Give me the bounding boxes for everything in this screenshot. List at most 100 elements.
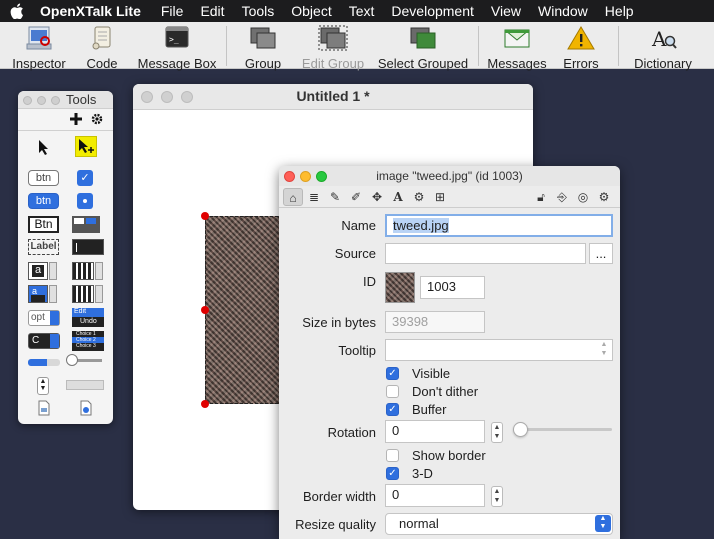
tool-pulldown-menu[interactable]: Edit Undo	[72, 308, 104, 327]
resize-quality-select[interactable]: normal	[385, 513, 613, 535]
resize-handle[interactable]	[201, 212, 209, 220]
tool-field-disabled[interactable]	[66, 380, 104, 390]
custom-props-icon[interactable]: ⎆	[552, 188, 572, 206]
show-border-checkbox[interactable]	[386, 449, 399, 462]
source-field[interactable]	[385, 243, 586, 264]
resize-handle[interactable]	[201, 306, 209, 314]
inspector-title: image "tweed.jpg" (id 1003)	[376, 169, 523, 183]
tool-popup-choices[interactable]: Choice 1 Choice 2 Choice 3	[72, 331, 104, 351]
rotation-stepper[interactable]: ▲ ▼	[491, 422, 503, 443]
tool-button-default[interactable]: btn	[28, 193, 59, 209]
tab-advanced[interactable]: ⚙	[409, 188, 429, 206]
warning-icon	[567, 26, 595, 50]
stack-titlebar[interactable]: Untitled 1 *	[133, 84, 533, 110]
id-field[interactable]: 1003	[420, 276, 485, 299]
group-button[interactable]: Group	[243, 25, 283, 71]
plus-icon[interactable]	[70, 113, 82, 125]
message-box-button[interactable]: >_ Message Box	[136, 25, 218, 71]
tab-basic-properties[interactable]: ⌂	[283, 188, 303, 206]
tool-scrollbar	[95, 262, 103, 280]
name-field[interactable]: tweed.jpg	[385, 214, 613, 237]
tab-text[interactable]: A	[388, 188, 408, 206]
target-icon[interactable]: ◎	[573, 188, 593, 206]
message-box-label: Message Box	[137, 56, 217, 71]
buffer-checkbox[interactable]: ✓	[386, 403, 399, 416]
close-button[interactable]	[23, 96, 32, 105]
menu-tools[interactable]: Tools	[242, 3, 275, 19]
menu-help[interactable]: Help	[605, 3, 634, 19]
image-icon[interactable]	[37, 400, 51, 416]
settings-gear-icon[interactable]: ⚙	[594, 188, 614, 206]
resize-handle[interactable]	[201, 400, 209, 408]
tool-radio[interactable]	[77, 193, 93, 209]
tool-little-arrows[interactable]: ▲ ▼	[37, 377, 49, 395]
menu-app[interactable]: OpenXTalk Lite	[40, 3, 141, 19]
tool-tab-panel[interactable]	[72, 216, 100, 233]
source-label: Source	[334, 246, 376, 261]
rotation-field[interactable]: 0	[385, 420, 485, 443]
menu-view[interactable]: View	[491, 3, 521, 19]
tweed-image[interactable]	[205, 216, 283, 404]
tool-button-rect[interactable]: Btn	[28, 216, 59, 233]
minimize-button[interactable]	[37, 96, 46, 105]
border-width-field[interactable]: 0	[385, 484, 485, 507]
menu-development[interactable]: Development	[391, 3, 474, 19]
tool-list-field[interactable]: a	[28, 285, 48, 303]
tool-option-menu[interactable]: opt	[28, 310, 60, 326]
divider	[18, 130, 113, 131]
menu-window[interactable]: Window	[538, 3, 588, 19]
image-thumbnail	[385, 272, 415, 303]
menu-object[interactable]: Object	[291, 3, 331, 19]
rotation-slider[interactable]	[517, 428, 612, 431]
tool-datagrid[interactable]	[72, 285, 94, 303]
select-grouped-button[interactable]: Select Grouped	[376, 25, 470, 71]
errors-button[interactable]: Errors	[562, 25, 600, 71]
player-icon[interactable]	[79, 400, 93, 416]
tooltip-field[interactable]	[385, 339, 613, 361]
lock-icon[interactable]: 🔓︎	[531, 188, 551, 206]
dont-dither-checkbox[interactable]	[386, 385, 399, 398]
tool-label[interactable]: Label	[28, 239, 59, 255]
tab-pencil[interactable]: ✎	[325, 188, 345, 206]
tab-geometry[interactable]: ⊞	[430, 188, 450, 206]
edit-group-icon	[318, 25, 348, 51]
browse-tool-icon[interactable]	[37, 139, 51, 155]
edit-group-button[interactable]: Edit Group	[300, 25, 366, 71]
chevron-updown-icon[interactable]: ▲ ▼	[595, 515, 611, 532]
tool-slider[interactable]	[66, 354, 102, 366]
tooltip-scroll-arrows[interactable]: ▲ ▼	[598, 340, 610, 360]
tool-table-field[interactable]	[72, 262, 94, 280]
tool-combo-box[interactable]: C	[28, 333, 60, 349]
tool-progress-bar[interactable]	[28, 359, 60, 366]
inspector-titlebar[interactable]: image "tweed.jpg" (id 1003)	[279, 166, 620, 186]
menu-file[interactable]: File	[161, 3, 184, 19]
apple-icon[interactable]	[10, 3, 24, 19]
tool-text-field[interactable]	[72, 239, 104, 255]
tab-position[interactable]: ✥	[367, 188, 387, 206]
menu-edit[interactable]: Edit	[200, 3, 224, 19]
code-button[interactable]: Code	[85, 25, 119, 71]
group-label: Group	[244, 56, 282, 71]
gear-icon[interactable]	[91, 113, 103, 125]
source-browse-button[interactable]: ...	[589, 243, 613, 264]
tab-effects[interactable]: ✐	[346, 188, 366, 206]
pointer-tool-button[interactable]	[75, 136, 97, 157]
toolbar-divider	[618, 26, 619, 66]
zoom-button[interactable]	[51, 96, 60, 105]
tool-checkbox[interactable]: ✓	[77, 170, 93, 186]
rotation-slider-thumb[interactable]	[513, 422, 528, 437]
visible-checkbox[interactable]: ✓	[386, 367, 399, 380]
tool-scrolling-field[interactable]: a	[28, 262, 48, 280]
threed-checkbox[interactable]: ✓	[386, 467, 399, 480]
border-width-label: Border width	[303, 489, 376, 504]
group-icon	[250, 27, 276, 49]
messages-button[interactable]: Messages	[486, 25, 548, 71]
dictionary-button[interactable]: A Dictionary	[630, 25, 696, 71]
resize-quality-value: normal	[399, 516, 439, 531]
tab-database[interactable]: ≣	[304, 188, 324, 206]
menu-text[interactable]: Text	[349, 3, 375, 19]
tool-button-plain[interactable]: btn	[28, 170, 59, 186]
inspector-button[interactable]: Inspector	[10, 25, 68, 71]
border-width-stepper[interactable]: ▲ ▼	[491, 486, 503, 507]
tools-titlebar[interactable]: Tools	[18, 91, 113, 109]
